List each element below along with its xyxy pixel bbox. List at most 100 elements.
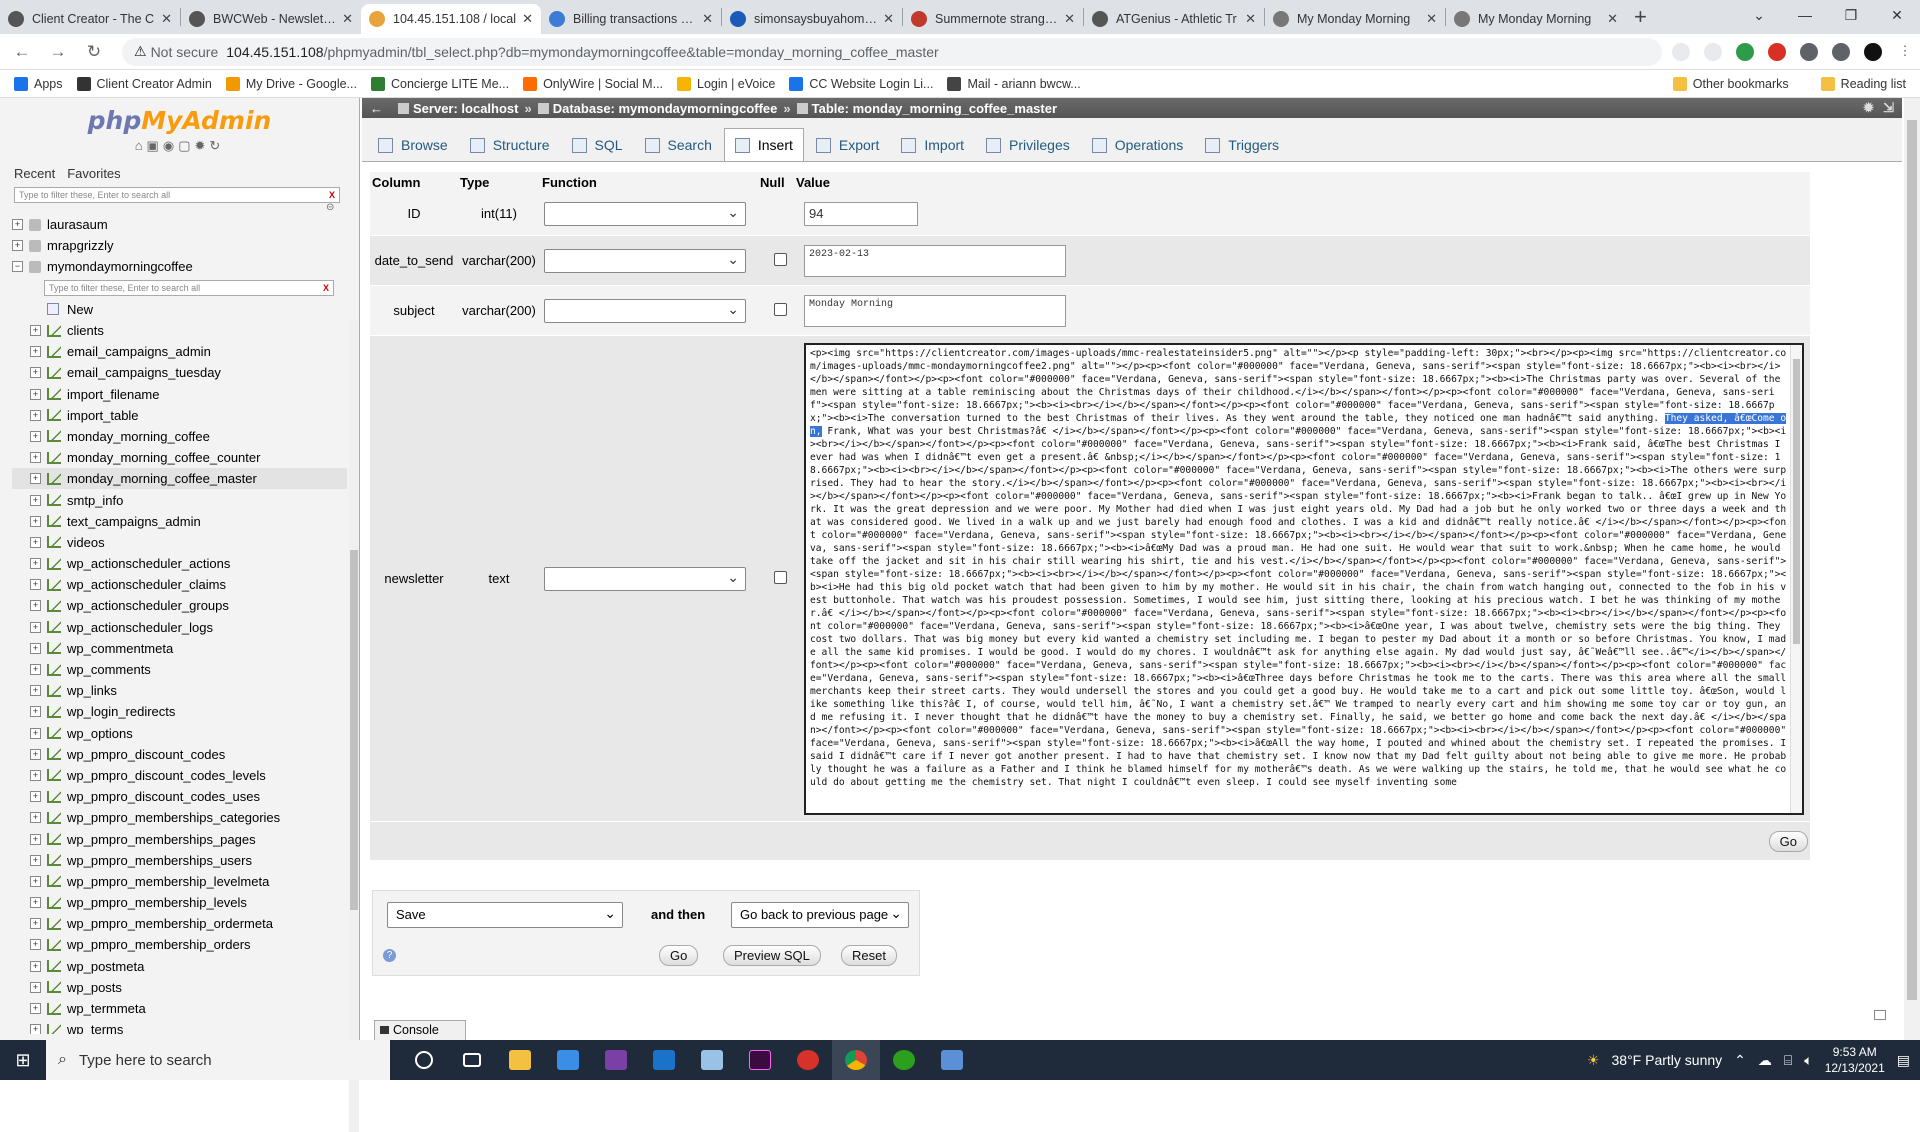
tree-item[interactable]: + wp_posts xyxy=(12,977,347,998)
expand-icon[interactable]: + xyxy=(30,939,41,951)
page-settings-icon[interactable] xyxy=(1874,1010,1886,1020)
expand-icon[interactable]: + xyxy=(30,388,41,400)
clock[interactable]: 9:53 AM 12/13/2021 xyxy=(1825,1044,1885,1076)
browser-tab[interactable]: Billing transactions - B ✕ xyxy=(541,4,721,34)
browser-tab[interactable]: My Monday Morning ✕ xyxy=(1446,4,1626,34)
tree-item[interactable]: + wp_login_redirects xyxy=(12,701,347,722)
tree-item[interactable]: + email_campaigns_admin xyxy=(12,341,347,362)
expand-icon[interactable]: + xyxy=(30,981,41,993)
collapse-icon[interactable]: − xyxy=(12,261,23,273)
function-select[interactable] xyxy=(544,248,746,273)
favorites-tab[interactable]: Favorites xyxy=(67,166,120,181)
close-tab-icon[interactable]: ✕ xyxy=(161,11,172,27)
browser-tab[interactable]: ATGenius - Athletic Tr ✕ xyxy=(1084,4,1264,34)
textarea-scrollbar[interactable] xyxy=(1790,344,1802,813)
address-bar[interactable]: ⚠ Not secure 104.45.151.108/phpmyadmin/t… xyxy=(122,37,1662,66)
tree-item[interactable]: + wp_options xyxy=(12,723,347,744)
tab-import[interactable]: Import xyxy=(891,129,974,161)
bookmark-folder[interactable]: Reading list xyxy=(1820,76,1906,91)
recent-tab[interactable]: Recent xyxy=(14,166,55,181)
home-icon[interactable]: ⌂ xyxy=(135,138,147,153)
expand-icon[interactable]: + xyxy=(12,219,23,231)
breadcrumb-table[interactable]: Table: monday_morning_coffee_master xyxy=(812,101,1057,116)
browser-tab[interactable]: My Monday Morning ✕ xyxy=(1265,4,1445,34)
after-insert-select[interactable]: Go back to previous page xyxy=(731,901,909,928)
extension-icon-2[interactable] xyxy=(1768,42,1786,61)
tree-item[interactable]: + clients xyxy=(12,320,347,341)
page-scroll-thumb[interactable] xyxy=(1907,120,1917,1000)
collapse-nav-icon[interactable]: ← xyxy=(370,101,383,116)
bookmark-item[interactable]: My Drive - Google... xyxy=(225,76,357,91)
back-icon[interactable]: ← xyxy=(8,42,36,62)
expand-icon[interactable]: + xyxy=(30,515,41,527)
expand-icon[interactable]: + xyxy=(30,833,41,845)
browser-tab[interactable]: Client Creator - The C ✕ xyxy=(0,4,180,34)
wps-icon[interactable] xyxy=(784,1040,832,1080)
bookmark-item[interactable]: Login | eVoice xyxy=(677,76,775,91)
reload-nav-icon[interactable]: ↻ xyxy=(209,138,224,153)
star-icon[interactable] xyxy=(1704,42,1722,61)
expand-icon[interactable]: + xyxy=(30,494,41,506)
weather-icon[interactable]: ☀ xyxy=(1587,1052,1600,1069)
notifications-icon[interactable]: ▤ xyxy=(1897,1052,1910,1069)
tree-item[interactable]: + wp_actionscheduler_claims xyxy=(12,574,347,595)
null-checkbox[interactable] xyxy=(773,302,787,316)
expand-icon[interactable]: + xyxy=(30,452,41,464)
null-checkbox[interactable] xyxy=(773,252,787,266)
expand-icon[interactable]: + xyxy=(30,918,41,930)
task-view-icon[interactable] xyxy=(448,1040,496,1080)
expand-icon[interactable]: + xyxy=(30,536,41,548)
newsletter-textarea[interactable]: <p><img src="https://clientcreator.com/i… xyxy=(804,342,1804,815)
tree-item[interactable]: + wp_actionscheduler_logs xyxy=(12,617,347,638)
tree-item[interactable]: + monday_morning_coffee_master xyxy=(12,468,347,490)
expand-icon[interactable]: + xyxy=(30,473,41,485)
bookmark-item[interactable]: Concierge LITE Me... xyxy=(370,76,509,91)
close-tab-icon[interactable]: ✕ xyxy=(1607,11,1618,27)
tab-search-icon[interactable]: ⌄ xyxy=(1736,7,1782,24)
tree-item[interactable]: + wp_pmpro_membership_levels xyxy=(12,892,347,913)
bookmark-item[interactable]: CC Website Login Li... xyxy=(789,76,933,91)
expand-icon[interactable]: + xyxy=(30,409,41,421)
tree-item[interactable]: + laurasaum xyxy=(12,214,347,235)
page-scrollbar[interactable] xyxy=(1904,98,1920,1040)
go-button[interactable]: Go xyxy=(659,945,699,966)
link-icon[interactable]: ⊝ xyxy=(326,202,334,213)
nav-scrollbar[interactable] xyxy=(349,320,359,1132)
expand-icon[interactable]: + xyxy=(30,558,41,570)
help-icon[interactable]: ◉ xyxy=(163,138,178,153)
function-select[interactable] xyxy=(544,566,746,591)
tree-item[interactable]: + wp_pmpro_membership_orders xyxy=(12,934,347,955)
taskbar-search[interactable]: ⌕ Type here to search xyxy=(46,1040,390,1080)
expand-icon[interactable]: + xyxy=(30,579,41,591)
close-tab-icon[interactable]: ✕ xyxy=(342,11,353,27)
outlook-icon[interactable] xyxy=(640,1040,688,1080)
expand-icon[interactable]: + xyxy=(30,430,41,442)
reload-icon[interactable]: ↻ xyxy=(80,42,108,62)
tree-item[interactable]: + monday_morning_coffee_counter xyxy=(12,447,347,468)
expand-icon[interactable]: + xyxy=(30,727,41,739)
browser-tab[interactable]: Summernote strange c ✕ xyxy=(903,4,1083,34)
tree-item[interactable]: + mrapgrizzly xyxy=(12,235,347,256)
logout-icon[interactable]: ▣ xyxy=(147,138,163,153)
info-icon[interactable]: ? xyxy=(383,949,396,962)
tree-item[interactable]: + wp_actionscheduler_groups xyxy=(12,595,347,616)
tree-item[interactable]: + wp_postmeta xyxy=(12,956,347,977)
expand-icon[interactable]: + xyxy=(30,664,41,676)
id-value-input[interactable]: 94 xyxy=(804,201,918,226)
tab-operations[interactable]: Operations xyxy=(1082,129,1193,161)
expand-icon[interactable]: + xyxy=(30,897,41,909)
expand-icon[interactable]: + xyxy=(30,706,41,718)
tree-item[interactable]: + videos xyxy=(12,532,347,553)
db-filter-input[interactable]: Type to filter these, Enter to search al… xyxy=(44,280,334,297)
volume-icon[interactable]: 🔈︎ xyxy=(1804,1052,1812,1069)
expand-icon[interactable]: + xyxy=(30,960,41,972)
minimize-panel-icon[interactable]: ⇲ xyxy=(1883,100,1894,116)
textarea-scroll-thumb[interactable] xyxy=(1793,358,1800,644)
onenote-icon[interactable] xyxy=(592,1040,640,1080)
minimize-button[interactable]: — xyxy=(1782,7,1828,23)
tree-item[interactable]: + smtp_info xyxy=(12,489,347,510)
share-icon[interactable] xyxy=(1672,42,1690,61)
expand-icon[interactable]: + xyxy=(30,642,41,654)
reading-mode-icon[interactable] xyxy=(1832,42,1850,61)
network-icon[interactable]: ⌸ xyxy=(1784,1052,1792,1069)
